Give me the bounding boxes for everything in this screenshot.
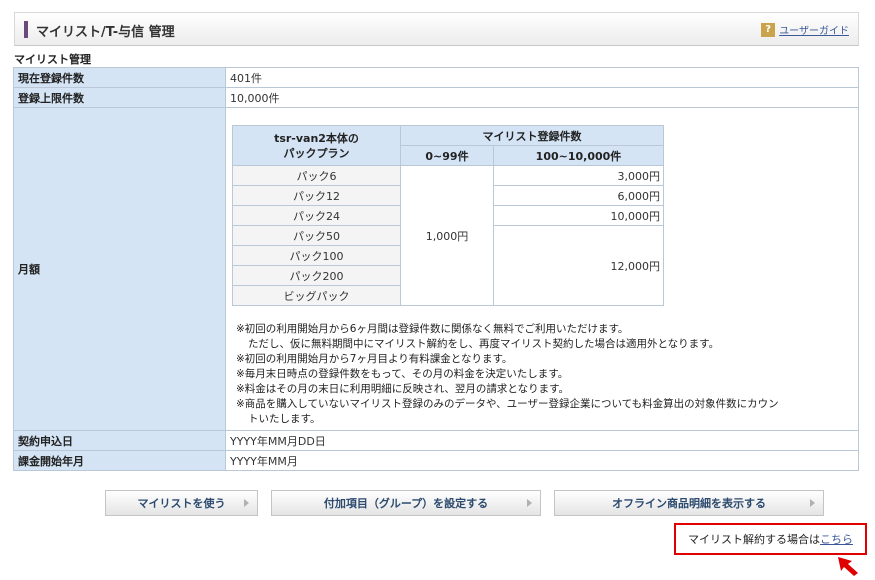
set-group-button[interactable]: 付加項目（グループ）を設定する (271, 490, 541, 516)
table-row: 登録上限件数 10,000件 (13, 87, 859, 108)
contract-date-label: 契約申込日 (13, 430, 226, 451)
monthly-fee-label: 月額 (13, 107, 226, 431)
col2-price: 10,000円 (493, 205, 664, 226)
use-mylist-label: マイリストを使う (137, 497, 226, 510)
col1-price: 1,000円 (400, 165, 494, 306)
plan-name: パック50 (232, 225, 401, 246)
set-group-label: 付加項目（グループ）を設定する (323, 497, 489, 510)
billing-start-value: YYYY年MM月 (225, 450, 859, 471)
user-guide-link[interactable]: ユーザーガイド (779, 22, 849, 37)
table-row: 月額 tsr-van2本体の パックプラン マイリスト登録件数 0~99件 10… (13, 107, 859, 431)
user-guide[interactable]: ? ユーザーガイド (761, 22, 849, 37)
help-icon[interactable]: ? (761, 22, 776, 37)
chevron-right-icon (244, 499, 249, 507)
max-count-value: 10,000件 (225, 87, 859, 108)
plan-header: tsr-van2本体の パックプラン (232, 125, 401, 166)
price-table: tsr-van2本体の パックプラン マイリスト登録件数 0~99件 100~1… (232, 125, 664, 306)
registered-count-label: 現在登録件数 (13, 67, 226, 88)
contract-date-value: YYYY年MM月DD日 (225, 430, 859, 451)
col1-header: 0~99件 (400, 145, 494, 166)
note-line: ただし、仮に無料期間中にマイリスト解約をし、再度マイリスト契約した場合は適用外と… (248, 338, 720, 350)
plan-name: パック200 (232, 265, 401, 286)
page-title: マイリスト/T-与信 管理 (36, 25, 175, 40)
notes: ※初回の利用開始月から6ヶ月間は登録件数に関係なく無料でご利用いただけます。 た… (236, 322, 854, 427)
monthly-fee-cell: tsr-van2本体の パックプラン マイリスト登録件数 0~99件 100~1… (225, 107, 859, 431)
col2-price: 12,000円 (493, 225, 664, 306)
col2-header: 100~10,000件 (493, 145, 664, 166)
group-header: マイリスト登録件数 (400, 125, 664, 146)
billing-start-label: 課金開始年月 (13, 450, 226, 471)
chevron-right-icon (527, 499, 532, 507)
section-title: マイリスト管理 (14, 53, 91, 66)
plan-name: パック24 (232, 205, 401, 226)
offline-details-label: オフライン商品明細を表示する (612, 497, 766, 510)
col2-price: 3,000円 (493, 165, 664, 186)
use-mylist-button[interactable]: マイリストを使う (105, 490, 258, 516)
offline-details-button[interactable]: オフライン商品明細を表示する (554, 490, 824, 516)
max-count-label: 登録上限件数 (13, 87, 226, 108)
cancel-mylist-box: マイリスト解約する場合は こちら (674, 523, 867, 555)
cancel-text: マイリスト解約する場合は (688, 533, 820, 546)
note-line: ※毎月末日時点の登録件数をもって、その月の料金を決定いたします。 (236, 368, 569, 380)
col2-price: 6,000円 (493, 185, 664, 206)
table-row: パック6 1,000円 3,000円 (232, 165, 664, 306)
note-line: ※初回の利用開始月から7ヶ月目より有料課金となります。 (236, 353, 513, 365)
plan-name: ビッグパック (232, 285, 401, 306)
chevron-right-icon (810, 499, 815, 507)
table-row: 課金開始年月 YYYY年MM月 (13, 450, 859, 471)
registered-count-value: 401件 (225, 67, 859, 88)
plan-name: パック12 (232, 185, 401, 206)
plan-name: パック100 (232, 245, 401, 266)
note-line: ※商品を購入していないマイリスト登録のみのデータや、ユーザー登録企業についても料… (236, 398, 779, 410)
plan-name: パック6 (232, 165, 401, 186)
pointer-arrow-icon (838, 557, 858, 576)
page-header: マイリスト/T-与信 管理 ? ユーザーガイド (14, 12, 859, 46)
table-row: tsr-van2本体の パックプラン マイリスト登録件数 (232, 125, 664, 166)
cancel-link[interactable]: こちら (820, 531, 853, 547)
table-row: 契約申込日 YYYY年MM月DD日 (13, 430, 859, 451)
header-accent-bar (24, 21, 28, 38)
note-line: トいたします。 (248, 413, 321, 425)
table-row: 現在登録件数 401件 (13, 67, 859, 88)
note-line: ※初回の利用開始月から6ヶ月間は登録件数に関係なく無料でご利用いただけます。 (236, 323, 629, 335)
note-line: ※料金はその月の末日に利用明細に反映され、翌月の請求となります。 (236, 383, 570, 395)
mylist-info-table: 現在登録件数 401件 登録上限件数 10,000件 月額 tsr-van2本体… (13, 67, 859, 471)
